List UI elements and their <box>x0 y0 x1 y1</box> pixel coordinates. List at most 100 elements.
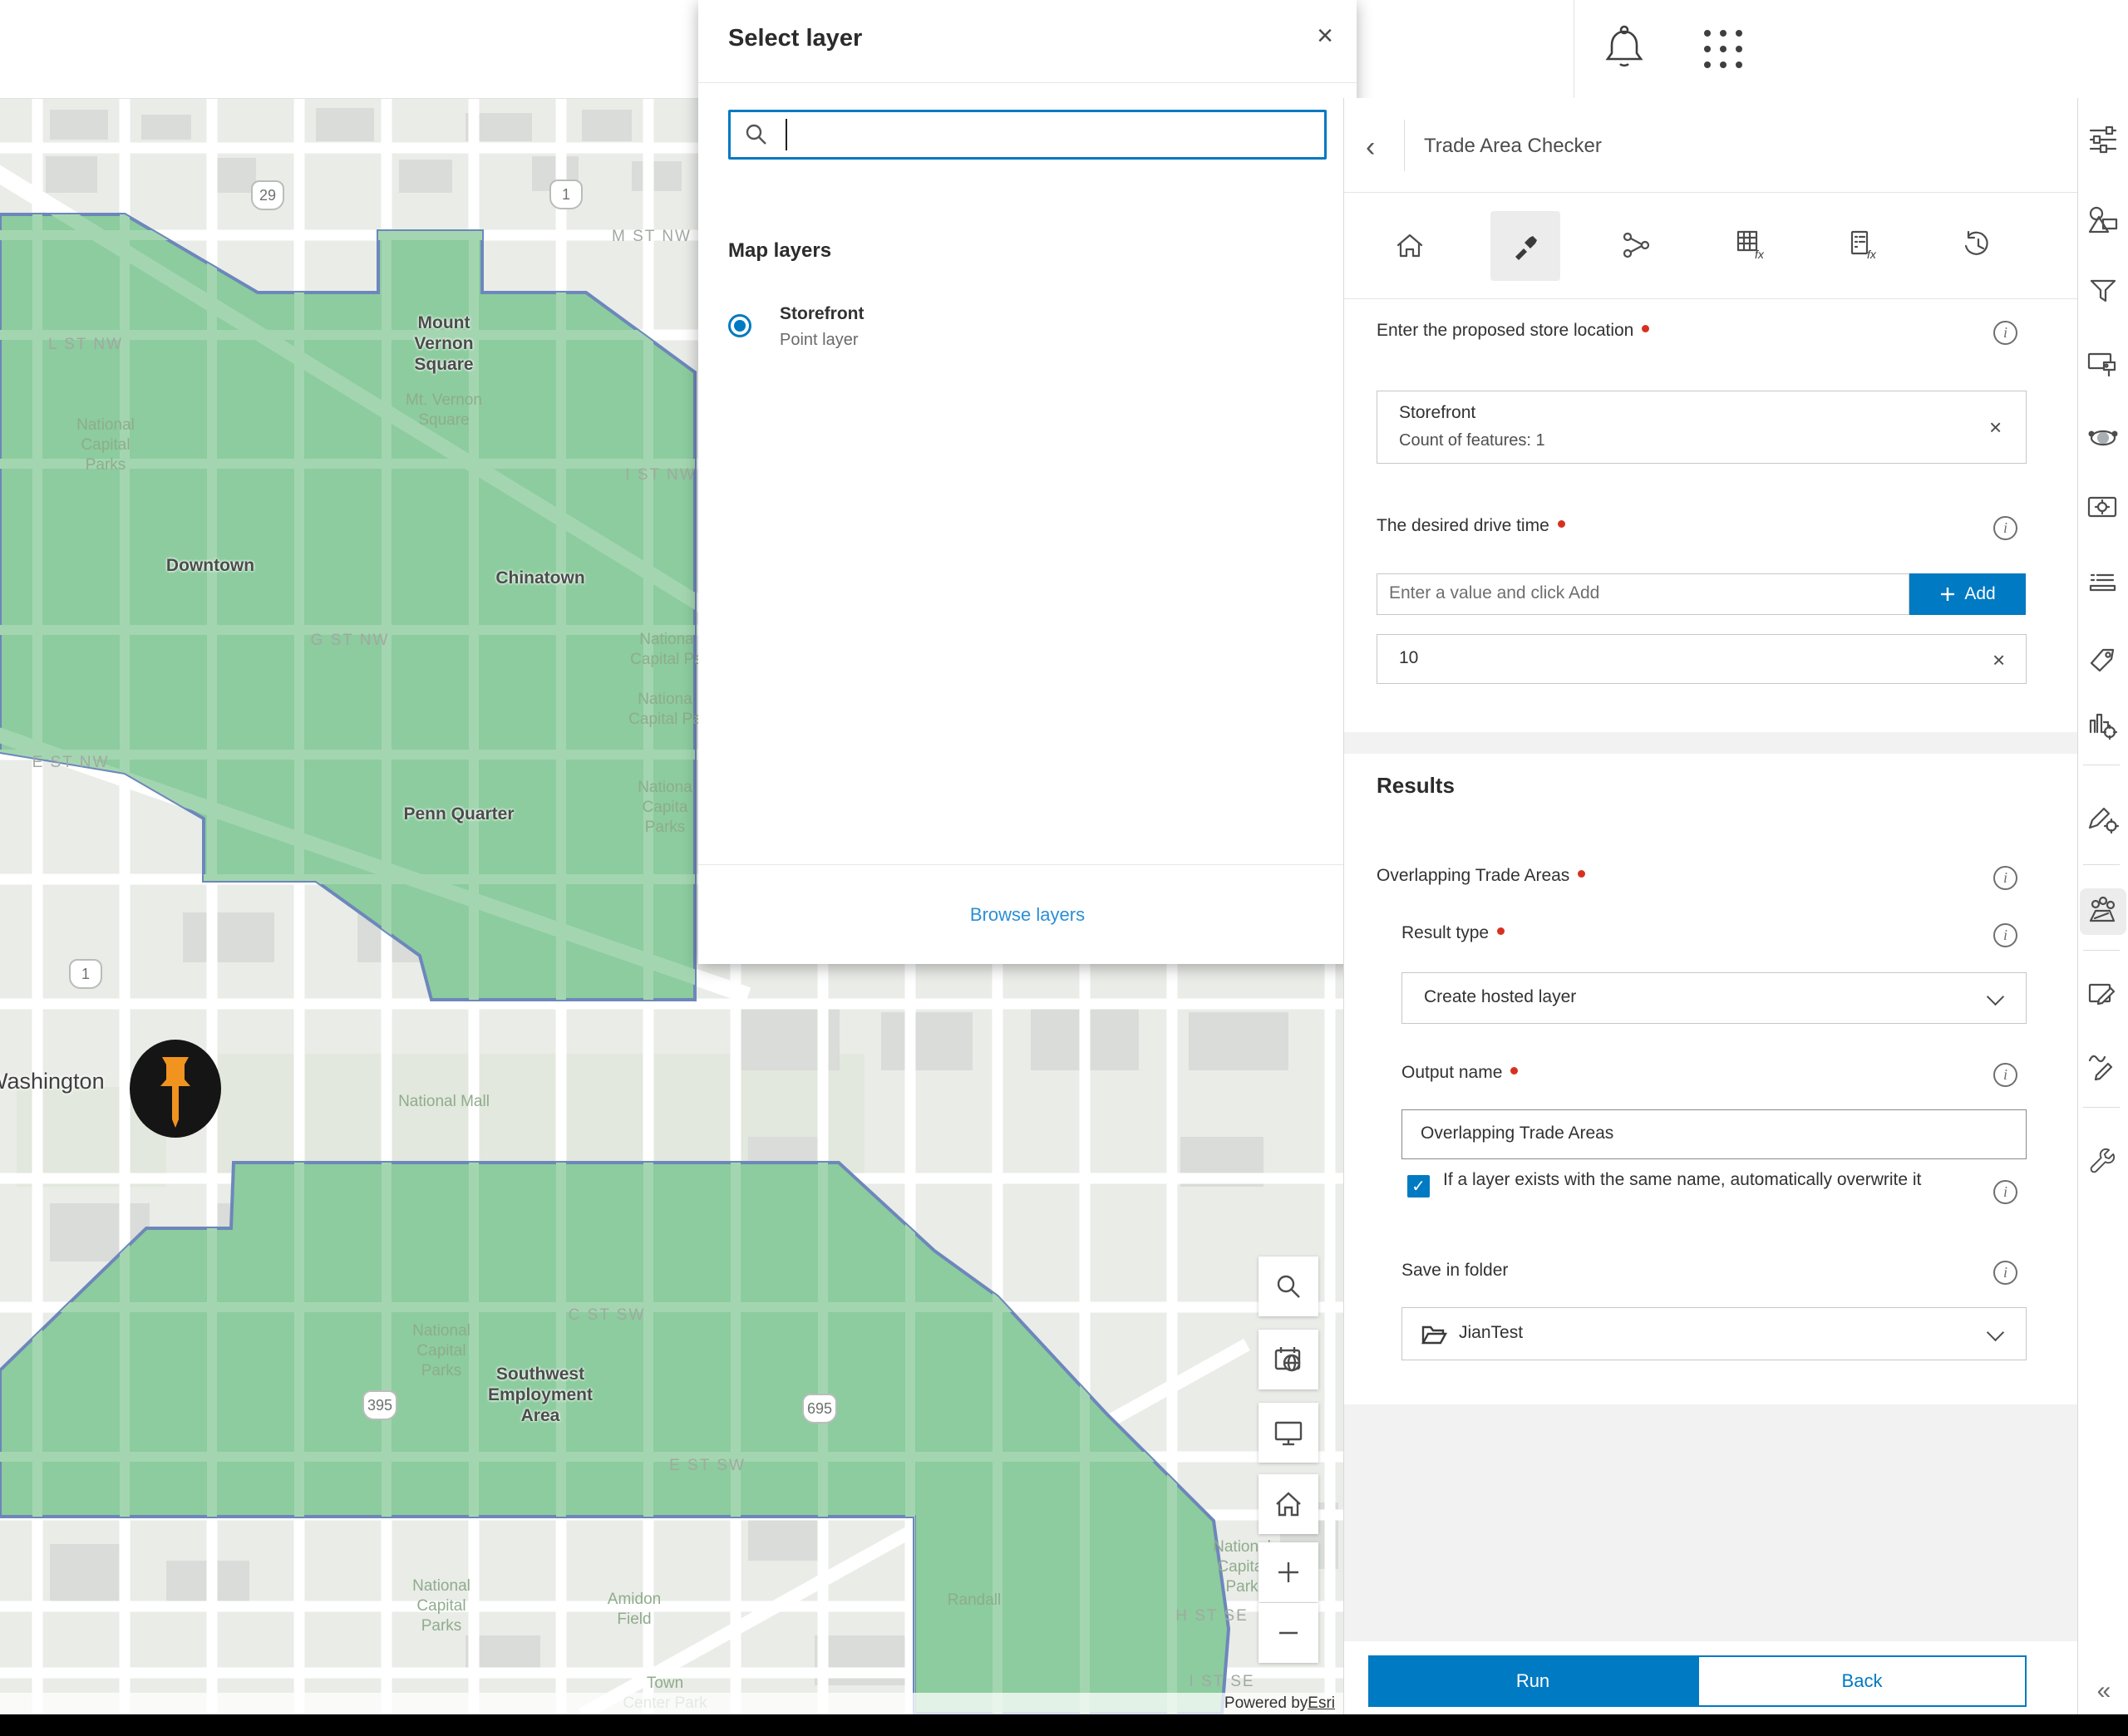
app-launcher-button[interactable] <box>1704 30 1742 68</box>
app-window: M ST NWL ST NWI ST NWG ST NWE ST NWC ST … <box>0 0 2128 1736</box>
tool-configure-popup[interactable] <box>2080 485 2126 532</box>
toolbar-divider <box>2083 864 2120 865</box>
info-icon[interactable]: i <box>1993 1180 2017 1204</box>
tab-form-functions[interactable]: fx <box>1830 211 1899 281</box>
overwrite-label: If a layer exists with the same name, au… <box>1443 1167 1975 1193</box>
modal-header: Select layer × <box>698 0 1357 83</box>
required-dot <box>1578 870 1585 878</box>
bottom-bar <box>0 1714 2128 1736</box>
folder-value: JianTest <box>1459 1323 1523 1343</box>
drive-time-value-row: 10 × <box>1377 634 2027 684</box>
info-icon[interactable]: i <box>1993 516 2017 540</box>
layer-radio-selected[interactable] <box>728 314 751 337</box>
history-icon <box>1961 229 1996 263</box>
select-layer-modal: Select layer × Map layers Storefront Poi… <box>698 0 1357 964</box>
required-dot <box>1510 1067 1518 1075</box>
tool-tags[interactable] <box>2080 637 2126 683</box>
tab-tools[interactable] <box>1490 211 1560 281</box>
sliders-icon <box>2086 123 2120 156</box>
required-dot <box>1497 927 1505 935</box>
toolbar-divider <box>2083 1107 2120 1108</box>
required-dot <box>1642 325 1649 332</box>
layer-search-input[interactable] <box>728 110 1327 160</box>
layer-name[interactable]: Storefront <box>780 304 864 324</box>
browse-layers-link[interactable]: Browse layers <box>970 904 1085 926</box>
esri-link[interactable]: Esri <box>1308 1694 1335 1713</box>
map-search-button[interactable] <box>1259 1257 1318 1316</box>
notifications-button[interactable] <box>1603 23 1646 76</box>
zoom-out-button[interactable] <box>1259 1603 1318 1663</box>
bell-icon <box>1603 23 1646 71</box>
output-name-input[interactable]: Overlapping Trade Areas <box>1401 1109 2027 1159</box>
drive-time-placeholder: Enter a value and click Add <box>1389 583 1599 603</box>
tab-history[interactable] <box>1943 211 2013 281</box>
basemap-icon <box>1272 1343 1305 1376</box>
result-type-label: Result type <box>1401 923 1505 943</box>
minus-icon <box>1272 1616 1305 1650</box>
svg-text:fx: fx <box>1755 248 1765 261</box>
tool-properties[interactable] <box>2080 116 2126 163</box>
tool-settings-wrench[interactable] <box>2080 1138 2126 1185</box>
result-type-value: Create hosted layer <box>1424 987 1576 1007</box>
sketch-pencil-icon <box>2086 1049 2121 1084</box>
tool-symbology[interactable] <box>2080 198 2126 244</box>
zoom-in-button[interactable] <box>1259 1542 1318 1602</box>
tool-chart-settings[interactable] <box>2080 704 2126 750</box>
drive-time-input[interactable]: Enter a value and click Add <box>1377 573 1909 615</box>
store-location-pin <box>129 1039 222 1138</box>
add-button[interactable]: Add <box>1909 573 2026 615</box>
screen-button[interactable] <box>1259 1403 1318 1463</box>
display-tag-icon <box>2086 347 2121 382</box>
chevron-left-icon[interactable]: ‹ <box>1366 131 1375 164</box>
panel-title: Trade Area Checker <box>1424 135 1602 158</box>
plus-icon <box>1272 1556 1305 1589</box>
overlap-label: Overlapping Trade Areas <box>1377 866 1585 886</box>
tool-edit-panel[interactable] <box>2080 971 2126 1018</box>
plus-icon <box>1939 586 1956 602</box>
basemap-gallery-button[interactable] <box>1259 1330 1318 1389</box>
drive-time-value: 10 <box>1399 648 1418 668</box>
filter-icon <box>2087 275 2119 307</box>
tab-home[interactable] <box>1375 211 1445 281</box>
home-icon <box>1393 229 1426 263</box>
close-icon[interactable]: × <box>1317 22 1333 50</box>
folder-select[interactable]: JianTest <box>1401 1307 2027 1360</box>
monitor-icon <box>1272 1416 1305 1449</box>
header-divider <box>1404 120 1405 171</box>
tool-audience-active[interactable] <box>2080 888 2126 935</box>
tool-sketch[interactable] <box>2080 1043 2126 1089</box>
form-fx-icon: fx <box>1847 229 1882 263</box>
tab-flow[interactable] <box>1602 211 1672 281</box>
overwrite-checkbox[interactable]: ✓ <box>1407 1175 1430 1197</box>
panel-footer: Run Back <box>1344 1641 2078 1714</box>
info-icon[interactable]: i <box>1993 321 2017 345</box>
info-icon[interactable]: i <box>1993 923 2017 947</box>
tab-table-functions[interactable]: fx <box>1717 211 1787 281</box>
remove-value-icon[interactable]: × <box>1993 649 2005 671</box>
svg-text:fx: fx <box>1867 248 1877 261</box>
back-button[interactable]: Back <box>1697 1655 2027 1707</box>
run-button[interactable]: Run <box>1368 1655 1697 1707</box>
tool-scene[interactable] <box>2080 415 2126 461</box>
info-icon[interactable]: i <box>1993 1261 2017 1285</box>
tool-filter[interactable] <box>2080 268 2126 314</box>
remove-layer-icon[interactable]: × <box>1989 416 2002 438</box>
people-icon <box>2086 894 2121 929</box>
edit-panel-icon <box>2086 977 2121 1012</box>
tool-fields-list[interactable] <box>2080 562 2126 608</box>
shapes-icon <box>2086 204 2120 238</box>
collapse-panel-icon[interactable]: « <box>2097 1677 2110 1705</box>
tool-edit-settings[interactable] <box>2080 796 2126 843</box>
selected-layer-subtitle: Count of features: 1 <box>1399 431 1545 450</box>
trade-area-checker-panel: ‹ Trade Area Checker fx fx <box>1343 98 2077 1714</box>
tool-labels[interactable] <box>2080 342 2126 388</box>
result-type-select[interactable]: Create hosted layer <box>1401 972 2027 1024</box>
info-icon[interactable]: i <box>1993 1063 2017 1087</box>
chevron-down-icon <box>1987 1324 2004 1341</box>
info-icon[interactable]: i <box>1993 866 2017 890</box>
highway-shield: 29 <box>251 180 284 210</box>
map-home-button[interactable] <box>1259 1474 1318 1534</box>
gear-panel-icon <box>2086 491 2121 526</box>
store-location-label: Enter the proposed store location <box>1377 321 1649 341</box>
folder-icon <box>1421 1323 1447 1346</box>
